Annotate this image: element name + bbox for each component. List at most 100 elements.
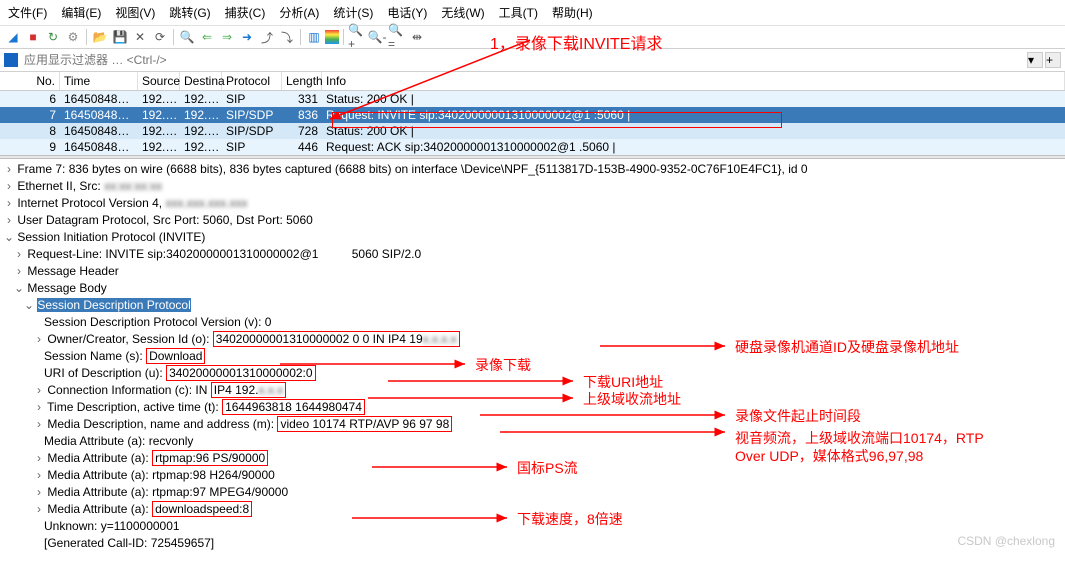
expand-icon[interactable]: › [34,382,44,399]
col-info[interactable]: Info [322,72,1065,90]
expand-icon[interactable]: › [34,467,44,484]
detail-sdp-a5-label: Media Attribute (a): [47,502,148,516]
col-time[interactable]: Time [60,72,138,90]
menu-telephony[interactable]: 电话(Y) [387,4,427,21]
sdp-a2-value: rtpmap:96 PS/90000 [152,450,268,466]
menu-wireless[interactable]: 无线(W) [441,4,484,21]
packet-details[interactable]: › Frame 7: 836 bytes on wire (6688 bits)… [0,159,1065,554]
expand-icon[interactable]: › [4,161,14,178]
menu-edit[interactable]: 编辑(E) [61,4,101,21]
menu-tools[interactable]: 工具(T) [499,4,538,21]
find-icon[interactable]: 🔍 [178,28,196,46]
start-capture-icon[interactable]: ◢ [4,28,22,46]
save-icon[interactable]: 💾 [111,28,129,46]
close-icon[interactable]: ✕ [131,28,149,46]
zoom-reset-icon[interactable]: 🔍= [388,28,406,46]
menu-stats[interactable]: 统计(S) [333,4,373,21]
last-icon[interactable]: ⤵ [278,28,296,46]
detail-frame[interactable]: Frame 7: 836 bytes on wire (6688 bits), … [17,162,807,176]
collapse-icon[interactable]: ⌄ [14,280,24,297]
goto-icon[interactable]: ➜ [238,28,256,46]
expand-icon[interactable]: › [14,246,24,263]
expand-icon[interactable]: › [34,484,44,501]
packet-list-header: No. Time Source Destina Protocol Length … [0,72,1065,91]
detail-msghdr[interactable]: Message Header [27,264,118,278]
menu-view[interactable]: 视图(V) [115,4,155,21]
menu-capture[interactable]: 捕获(C) [225,4,266,21]
toolbar: ◢ ■ ↻ ⚙ 📂 💾 ✕ ⟳ 🔍 ⇐ ⇒ ➜ ⤴ ⤵ ▥ 🔍+ 🔍- 🔍= ⇹ [0,26,1065,49]
col-no[interactable]: No. [0,72,60,90]
sdp-m-value: video 10174 RTP/AVP 96 97 98 [277,416,452,432]
packet-row[interactable]: 916450848…192.…192.…SIP446Request: ACK s… [0,139,1065,155]
next-icon[interactable]: ⇒ [218,28,236,46]
menu-file[interactable]: 文件(F) [8,4,47,21]
sdp-o-value: 34020000001310000002 0 0 IN IP4 19x.x.x.… [213,331,460,347]
expand-icon[interactable]: › [4,178,14,195]
detail-sdp-v[interactable]: Session Description Protocol Version (v)… [44,315,271,329]
col-source[interactable]: Source [138,72,180,90]
menu-go[interactable]: 跳转(G) [169,4,210,21]
menu-analyze[interactable]: 分析(A) [279,4,319,21]
detail-udp[interactable]: User Datagram Protocol, Src Port: 5060, … [17,213,312,227]
menu-help[interactable]: 帮助(H) [552,4,593,21]
detail-callid[interactable]: [Generated Call-ID: 725459657] [44,536,214,550]
stop-capture-icon[interactable]: ■ [24,28,42,46]
detail-unknown[interactable]: Unknown: y=1100000001 [44,519,180,533]
sdp-t-value: 1644963818 1644980474 [222,399,365,415]
packet-row[interactable]: 816450848…192.…192.…SIP/SDP728Status: 20… [0,123,1065,139]
autoscroll-icon[interactable]: ▥ [305,28,323,46]
expand-icon[interactable]: › [34,450,44,467]
colorize-icon[interactable] [325,30,339,44]
expand-icon[interactable]: › [4,212,14,229]
options-icon[interactable]: ⚙ [64,28,82,46]
first-icon[interactable]: ⤴ [258,28,276,46]
detail-reqline[interactable]: Request-Line: INVITE sip:340200000013100… [27,247,421,261]
menubar: 文件(F) 编辑(E) 视图(V) 跳转(G) 捕获(C) 分析(A) 统计(S… [0,0,1065,26]
collapse-icon[interactable]: ⌄ [24,297,34,314]
detail-sdp-m-label: Media Description, name and address (m): [47,417,274,431]
detail-sdp-a4[interactable]: Media Attribute (a): rtpmap:97 MPEG4/900… [47,485,288,499]
col-length[interactable]: Length [282,72,322,90]
packet-row[interactable]: 616450848…192.…192.…SIP331Status: 200 OK… [0,91,1065,107]
detail-sdp-c-label: Connection Information (c): IN [47,383,207,397]
resize-cols-icon[interactable]: ⇹ [408,28,426,46]
packet-row[interactable]: 716450848…192.…192.…SIP/SDP836Request: I… [0,107,1065,123]
filter-input[interactable] [22,51,1025,69]
sdp-a5-value: downloadspeed:8 [152,501,252,517]
detail-sdp-s-label: Session Name (s): [44,349,143,363]
restart-capture-icon[interactable]: ↻ [44,28,62,46]
zoom-out-icon[interactable]: 🔍- [368,28,386,46]
expand-icon[interactable]: › [34,501,44,518]
detail-sdp[interactable]: Session Description Protocol [37,298,190,312]
detail-eth[interactable]: Ethernet II, Src: [17,179,100,193]
prev-icon[interactable]: ⇐ [198,28,216,46]
open-icon[interactable]: 📂 [91,28,109,46]
filter-bar: ▾ + [0,49,1065,72]
collapse-icon[interactable]: ⌄ [4,229,14,246]
detail-msgbody[interactable]: Message Body [27,281,106,295]
detail-sdp-a1[interactable]: Media Attribute (a): recvonly [44,434,193,448]
expand-icon[interactable]: › [4,195,14,212]
detail-sdp-a2-label: Media Attribute (a): [47,451,148,465]
sdp-c-value: IP4 192.x.x.x [211,382,286,398]
filter-add-button[interactable]: + [1045,52,1061,68]
bookmark-icon[interactable] [4,53,18,67]
zoom-in-icon[interactable]: 🔍+ [348,28,366,46]
detail-sdp-o-label: Owner/Creator, Session Id (o): [47,332,209,346]
packet-list[interactable]: No. Time Source Destina Protocol Length … [0,72,1065,155]
expand-icon[interactable]: › [34,416,44,433]
detail-sdp-a3[interactable]: Media Attribute (a): rtpmap:98 H264/9000… [47,468,274,482]
detail-ip[interactable]: Internet Protocol Version 4, [17,196,162,210]
sdp-s-value: Download [146,348,205,364]
reload-icon[interactable]: ⟳ [151,28,169,46]
expand-icon[interactable]: › [14,263,24,280]
col-protocol[interactable]: Protocol [222,72,282,90]
watermark: CSDN @chexlong [957,534,1055,548]
detail-sdp-u-label: URI of Description (u): [44,366,163,380]
expand-icon[interactable]: › [34,399,44,416]
sdp-u-value: 34020000001310000002:0 [166,365,315,381]
detail-sip[interactable]: Session Initiation Protocol (INVITE) [17,230,205,244]
expand-icon[interactable]: › [34,331,44,348]
filter-expr-button[interactable]: ▾ [1027,52,1043,68]
col-dest[interactable]: Destina [180,72,222,90]
